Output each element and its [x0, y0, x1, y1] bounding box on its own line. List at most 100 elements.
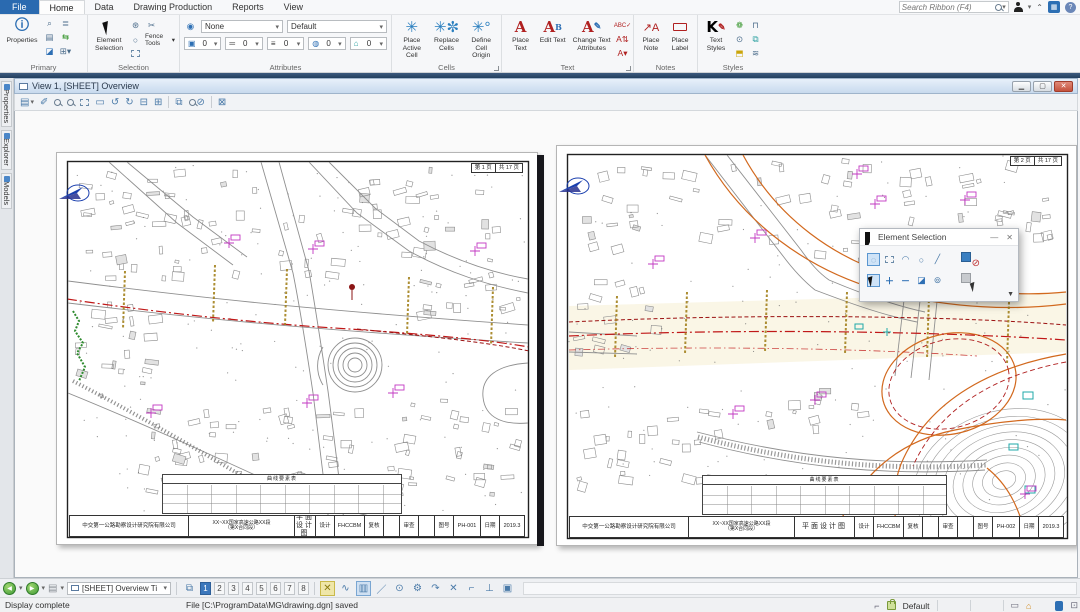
priority-combo[interactable]: ⌂0▾: [350, 37, 387, 50]
window-area-button[interactable]: [80, 99, 89, 106]
view-display-style-button[interactable]: ▤▾: [20, 97, 34, 108]
dialog-minimize-icon[interactable]: —: [990, 233, 998, 242]
tab-home[interactable]: Home: [39, 0, 85, 14]
mode-invert-icon[interactable]: ◪: [915, 274, 928, 287]
place-note-button[interactable]: ↗A Place Note: [638, 17, 664, 52]
mode-new-icon[interactable]: [867, 274, 880, 287]
edit-text-button[interactable]: AB Edit Text: [538, 17, 567, 45]
pen-tool-icon[interactable]: ／: [374, 581, 389, 596]
view-toggle-4[interactable]: 4: [242, 582, 253, 595]
text-dialog-launcher[interactable]: [626, 66, 631, 71]
select-none-icon[interactable]: ○: [129, 33, 142, 46]
forward-dropdown-icon[interactable]: ▾: [42, 584, 46, 592]
connect-icon[interactable]: ▦: [1048, 1, 1060, 13]
element-info-icon[interactable]: ⌕: [43, 17, 56, 30]
forward-button[interactable]: ▶: [26, 582, 39, 595]
locks-icon[interactable]: [887, 601, 896, 610]
fence-tools-button[interactable]: Fence Tools▾: [145, 33, 175, 46]
select-shape-icon[interactable]: ◠: [899, 253, 912, 266]
tab-drawing-production[interactable]: Drawing Production: [124, 0, 223, 14]
mode-clear-icon[interactable]: ⊚: [931, 274, 944, 287]
change-text-attributes-button[interactable]: A✎ Change Text Attributes: [570, 17, 613, 52]
text-styles-button[interactable]: 𝗞✎ Text Styles: [702, 17, 730, 52]
view-group-selector[interactable]: [SHEET] Overview Ti ▾: [67, 582, 171, 595]
view-toggle-7[interactable]: 7: [284, 582, 295, 595]
sync-icon[interactable]: ⇆: [59, 31, 72, 44]
recent-dropdown-icon[interactable]: ▾: [60, 584, 64, 592]
place-text-button[interactable]: A Place Text: [506, 17, 535, 52]
dialog-status-icon[interactable]: ⊡: [1070, 600, 1078, 611]
view-maximize-button[interactable]: ▢: [1033, 81, 1052, 92]
rotate-snap-icon[interactable]: ↷: [428, 581, 443, 596]
copy-view-button[interactable]: ⧉: [175, 97, 182, 108]
text-dropdown-icon[interactable]: A▾: [616, 47, 629, 60]
cells-dialog-launcher[interactable]: [494, 66, 499, 71]
view-previous-button[interactable]: ⊟: [140, 97, 148, 108]
lineweight-combo[interactable]: ≡0▾: [267, 37, 304, 50]
search-icon[interactable]: [995, 4, 1002, 11]
ribbon-search-input[interactable]: [902, 3, 995, 12]
view-toggle-6[interactable]: 6: [270, 582, 281, 595]
replace-cells-button[interactable]: ✳✼ Replace Cells: [431, 17, 463, 52]
recent-views-icon[interactable]: ▤: [48, 583, 57, 594]
parallel-snap-icon[interactable]: ⌐: [464, 581, 479, 596]
tab-view[interactable]: View: [274, 0, 313, 14]
origin-snap-icon[interactable]: ▣: [500, 581, 515, 596]
properties-button[interactable]: 🛈 Properties: [4, 17, 40, 45]
view-close-button[interactable]: ✕: [1054, 81, 1073, 92]
user-dropdown-icon[interactable]: ▾: [1028, 3, 1032, 11]
style-box-icon[interactable]: ⊓: [749, 19, 762, 32]
collapse-ribbon-icon[interactable]: ⌃: [1036, 3, 1043, 12]
transparency-combo[interactable]: ◍0▾: [308, 37, 345, 50]
dialog-expand-icon[interactable]: ▼: [1007, 291, 1014, 298]
view-attributes-search-button[interactable]: ⊘: [189, 97, 205, 108]
view-lock-button[interactable]: ⊠: [218, 97, 226, 108]
settings-gear-icon[interactable]: ⚙: [410, 581, 425, 596]
disable-handles-icon[interactable]: ⊘: [961, 252, 978, 267]
select-all-handles-icon[interactable]: [961, 273, 978, 288]
tab-data[interactable]: Data: [85, 0, 124, 14]
active-level[interactable]: Default: [903, 601, 930, 611]
mode-add-icon[interactable]: ＋: [883, 274, 896, 287]
dialog-title-bar[interactable]: Element Selection — ✕: [860, 229, 1018, 245]
view-next-button[interactable]: ⊞: [154, 97, 162, 108]
sidebar-tab-models[interactable]: Models: [1, 173, 12, 209]
select-circle-icon[interactable]: ○: [915, 253, 928, 266]
view-toggle-8[interactable]: 8: [298, 582, 309, 595]
sheet-1[interactable]: 第 1 页共 17 页 曲线要素表 中交第一公路勘察设计研究院有限公司 XX~X…: [56, 152, 538, 545]
snap-mode-icon[interactable]: ⌐: [874, 601, 879, 611]
select-all-icon[interactable]: ⊛: [129, 19, 142, 32]
select-individual-icon[interactable]: ◌: [867, 253, 880, 266]
place-active-cell-button[interactable]: ✳ Place Active Cell: [396, 17, 428, 60]
level-combo[interactable]: Default▾: [287, 20, 387, 33]
view-windows-icon[interactable]: ⧉: [182, 581, 197, 596]
color-combo[interactable]: ▣0▾: [184, 37, 221, 50]
element-selection-button[interactable]: Element Selection: [92, 17, 126, 52]
snap-center-icon[interactable]: ⊙: [392, 581, 407, 596]
view-toggle-2[interactable]: 2: [214, 582, 225, 595]
rotate-view-left-button[interactable]: ↺: [111, 97, 119, 108]
drawing-canvas[interactable]: 第 1 页共 17 页 曲线要素表 中交第一公路勘察设计研究院有限公司 XX~X…: [14, 111, 1078, 578]
sheet-2[interactable]: 第 2 页共 17 页 曲线要素表 中交第一公路勘察设计研究院有限公司 XX~X…: [556, 145, 1077, 546]
back-button[interactable]: ◀: [3, 582, 16, 595]
spell-check-icon[interactable]: ABC✓: [616, 19, 629, 32]
define-cell-origin-button[interactable]: ✳° Define Cell Origin: [465, 17, 497, 60]
perpendicular-snap-icon[interactable]: ⊥: [482, 581, 497, 596]
cut-icon[interactable]: ✂: [145, 19, 158, 32]
view-toggle-3[interactable]: 3: [228, 582, 239, 595]
user-account-icon[interactable]: [1014, 2, 1023, 12]
selection-set-icon[interactable]: ▭: [1011, 600, 1020, 611]
paste-icon[interactable]: ▤: [43, 31, 56, 44]
tab-file[interactable]: File: [0, 0, 39, 14]
fence-icon[interactable]: [129, 47, 142, 60]
fit-view-button[interactable]: ▭: [95, 97, 104, 108]
sidebar-tab-properties[interactable]: Properties: [1, 81, 12, 127]
keyin-message-strip[interactable]: [523, 582, 1077, 595]
view-minimize-button[interactable]: ▁: [1012, 81, 1031, 92]
apply-style-icon[interactable]: ≋: [749, 47, 762, 60]
view-title-bar[interactable]: View 1, [SHEET] Overview ▁ ▢ ✕: [14, 78, 1078, 94]
annotation-scale-icon[interactable]: ⬒: [733, 47, 746, 60]
view-toggle-5[interactable]: 5: [256, 582, 267, 595]
fence-status-icon[interactable]: ⌂: [1026, 601, 1031, 611]
polyline-tool-icon[interactable]: ∿: [338, 581, 353, 596]
